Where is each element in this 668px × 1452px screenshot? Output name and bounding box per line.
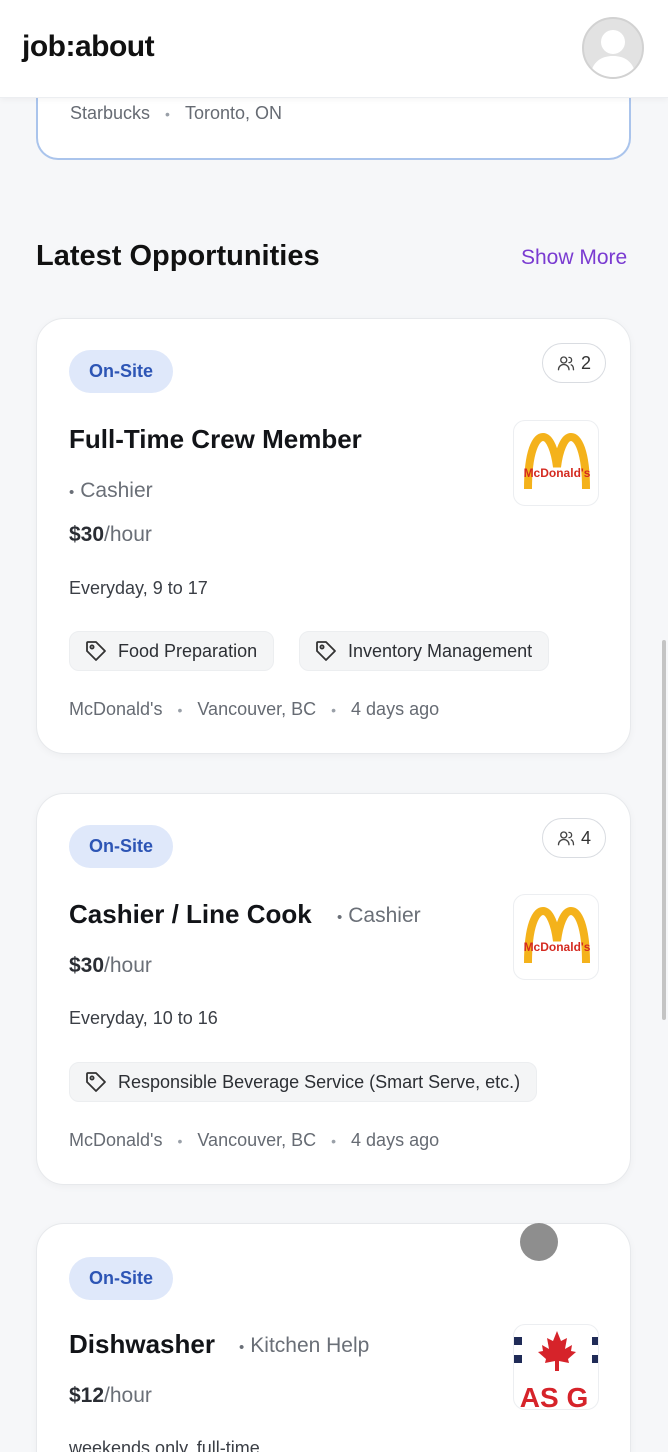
mcdonalds-logo-icon: McDonald's [524, 432, 591, 490]
pay-unit: /hour [104, 954, 152, 977]
svg-text:AS G: AS G [520, 1382, 588, 1410]
svg-text:McDonald's: McDonald's [524, 940, 591, 954]
pay-amount: $30 [69, 523, 105, 546]
job-category: • Cashier [337, 904, 421, 927]
mcdonalds-logo-icon: McDonald's [524, 906, 591, 964]
floating-touch-indicator[interactable] [520, 1223, 558, 1261]
pay-unit: /hour [104, 523, 152, 546]
job-location: Vancouver, BC [197, 699, 317, 719]
job-card[interactable]: On-Site 2 Full-Time Crew Member McDonald… [36, 318, 631, 754]
company-logo: McDonald's [513, 420, 599, 506]
job-pay: $30/hour [69, 954, 152, 978]
company-logo: AS G [513, 1324, 599, 1410]
company-name: Starbucks [70, 103, 151, 123]
svg-text:McDonald's: McDonald's [524, 466, 591, 480]
posted-time: 4 days ago [351, 1130, 440, 1150]
applicants-count-badge: 4 [542, 818, 606, 858]
job-meta: Starbucks • Toronto, ON [70, 103, 282, 123]
top-header: job:about [0, 0, 668, 98]
tag-icon [86, 641, 106, 661]
scrollbar-thumb[interactable] [662, 640, 666, 1020]
job-category: • Cashier [69, 479, 153, 502]
maple-leaf-logo-icon: AS G [514, 1331, 598, 1410]
pay-amount: $30 [69, 954, 105, 977]
profile-avatar-button[interactable] [582, 17, 644, 79]
user-avatar-icon [590, 30, 636, 77]
applicants-number: 2 [580, 352, 591, 373]
posted-time: 4 days ago [351, 699, 440, 719]
work-type-badge: On-Site [69, 1257, 174, 1300]
job-meta: McDonald's • Vancouver, BC • 4 days ago [69, 1130, 440, 1150]
brand-logo[interactable]: job:about [22, 30, 155, 64]
skill-tag: Responsible Beverage Service (Smart Serv… [69, 1062, 538, 1102]
job-pay: $12/hour [69, 1384, 152, 1408]
tag-icon [316, 641, 336, 661]
tag-icon [86, 1072, 106, 1092]
job-pay: $30/hour [69, 523, 152, 547]
pay-unit: /hour [104, 1384, 152, 1407]
skill-tag: Inventory Management [299, 631, 550, 671]
job-schedule: Everyday, 9 to 17 [69, 578, 208, 598]
company-name: McDonald's [69, 699, 163, 719]
company-name: McDonald's [69, 1130, 163, 1150]
job-schedule: weekends only, full-time [69, 1438, 260, 1452]
job-location: Vancouver, BC [197, 1130, 317, 1150]
applicants-number: 4 [580, 827, 591, 848]
show-more-link[interactable]: Show More [521, 246, 627, 270]
job-location: Toronto, ON [184, 103, 282, 123]
job-title[interactable]: Dishwasher [69, 1329, 215, 1360]
users-icon [557, 356, 575, 371]
job-category: • Kitchen Help [239, 1334, 370, 1357]
job-meta: McDonald's • Vancouver, BC • 4 days ago [69, 699, 440, 719]
users-icon [557, 831, 575, 846]
work-type-badge: On-Site [69, 825, 174, 868]
applicants-count-badge: 2 [542, 343, 606, 383]
work-type-badge: On-Site [69, 350, 174, 393]
pay-amount: $12 [69, 1384, 105, 1407]
job-title[interactable]: Cashier / Line Cook [69, 899, 312, 930]
skill-tag: Food Preparation [69, 631, 275, 671]
job-title[interactable]: Full-Time Crew Member [69, 424, 362, 455]
company-logo: McDonald's [513, 894, 599, 980]
section-title: Latest Opportunities [36, 240, 320, 272]
job-card[interactable]: On-Site 4 Cashier / Line Cook • Cashier M… [36, 793, 631, 1185]
job-schedule: Everyday, 10 to 16 [69, 1008, 218, 1028]
